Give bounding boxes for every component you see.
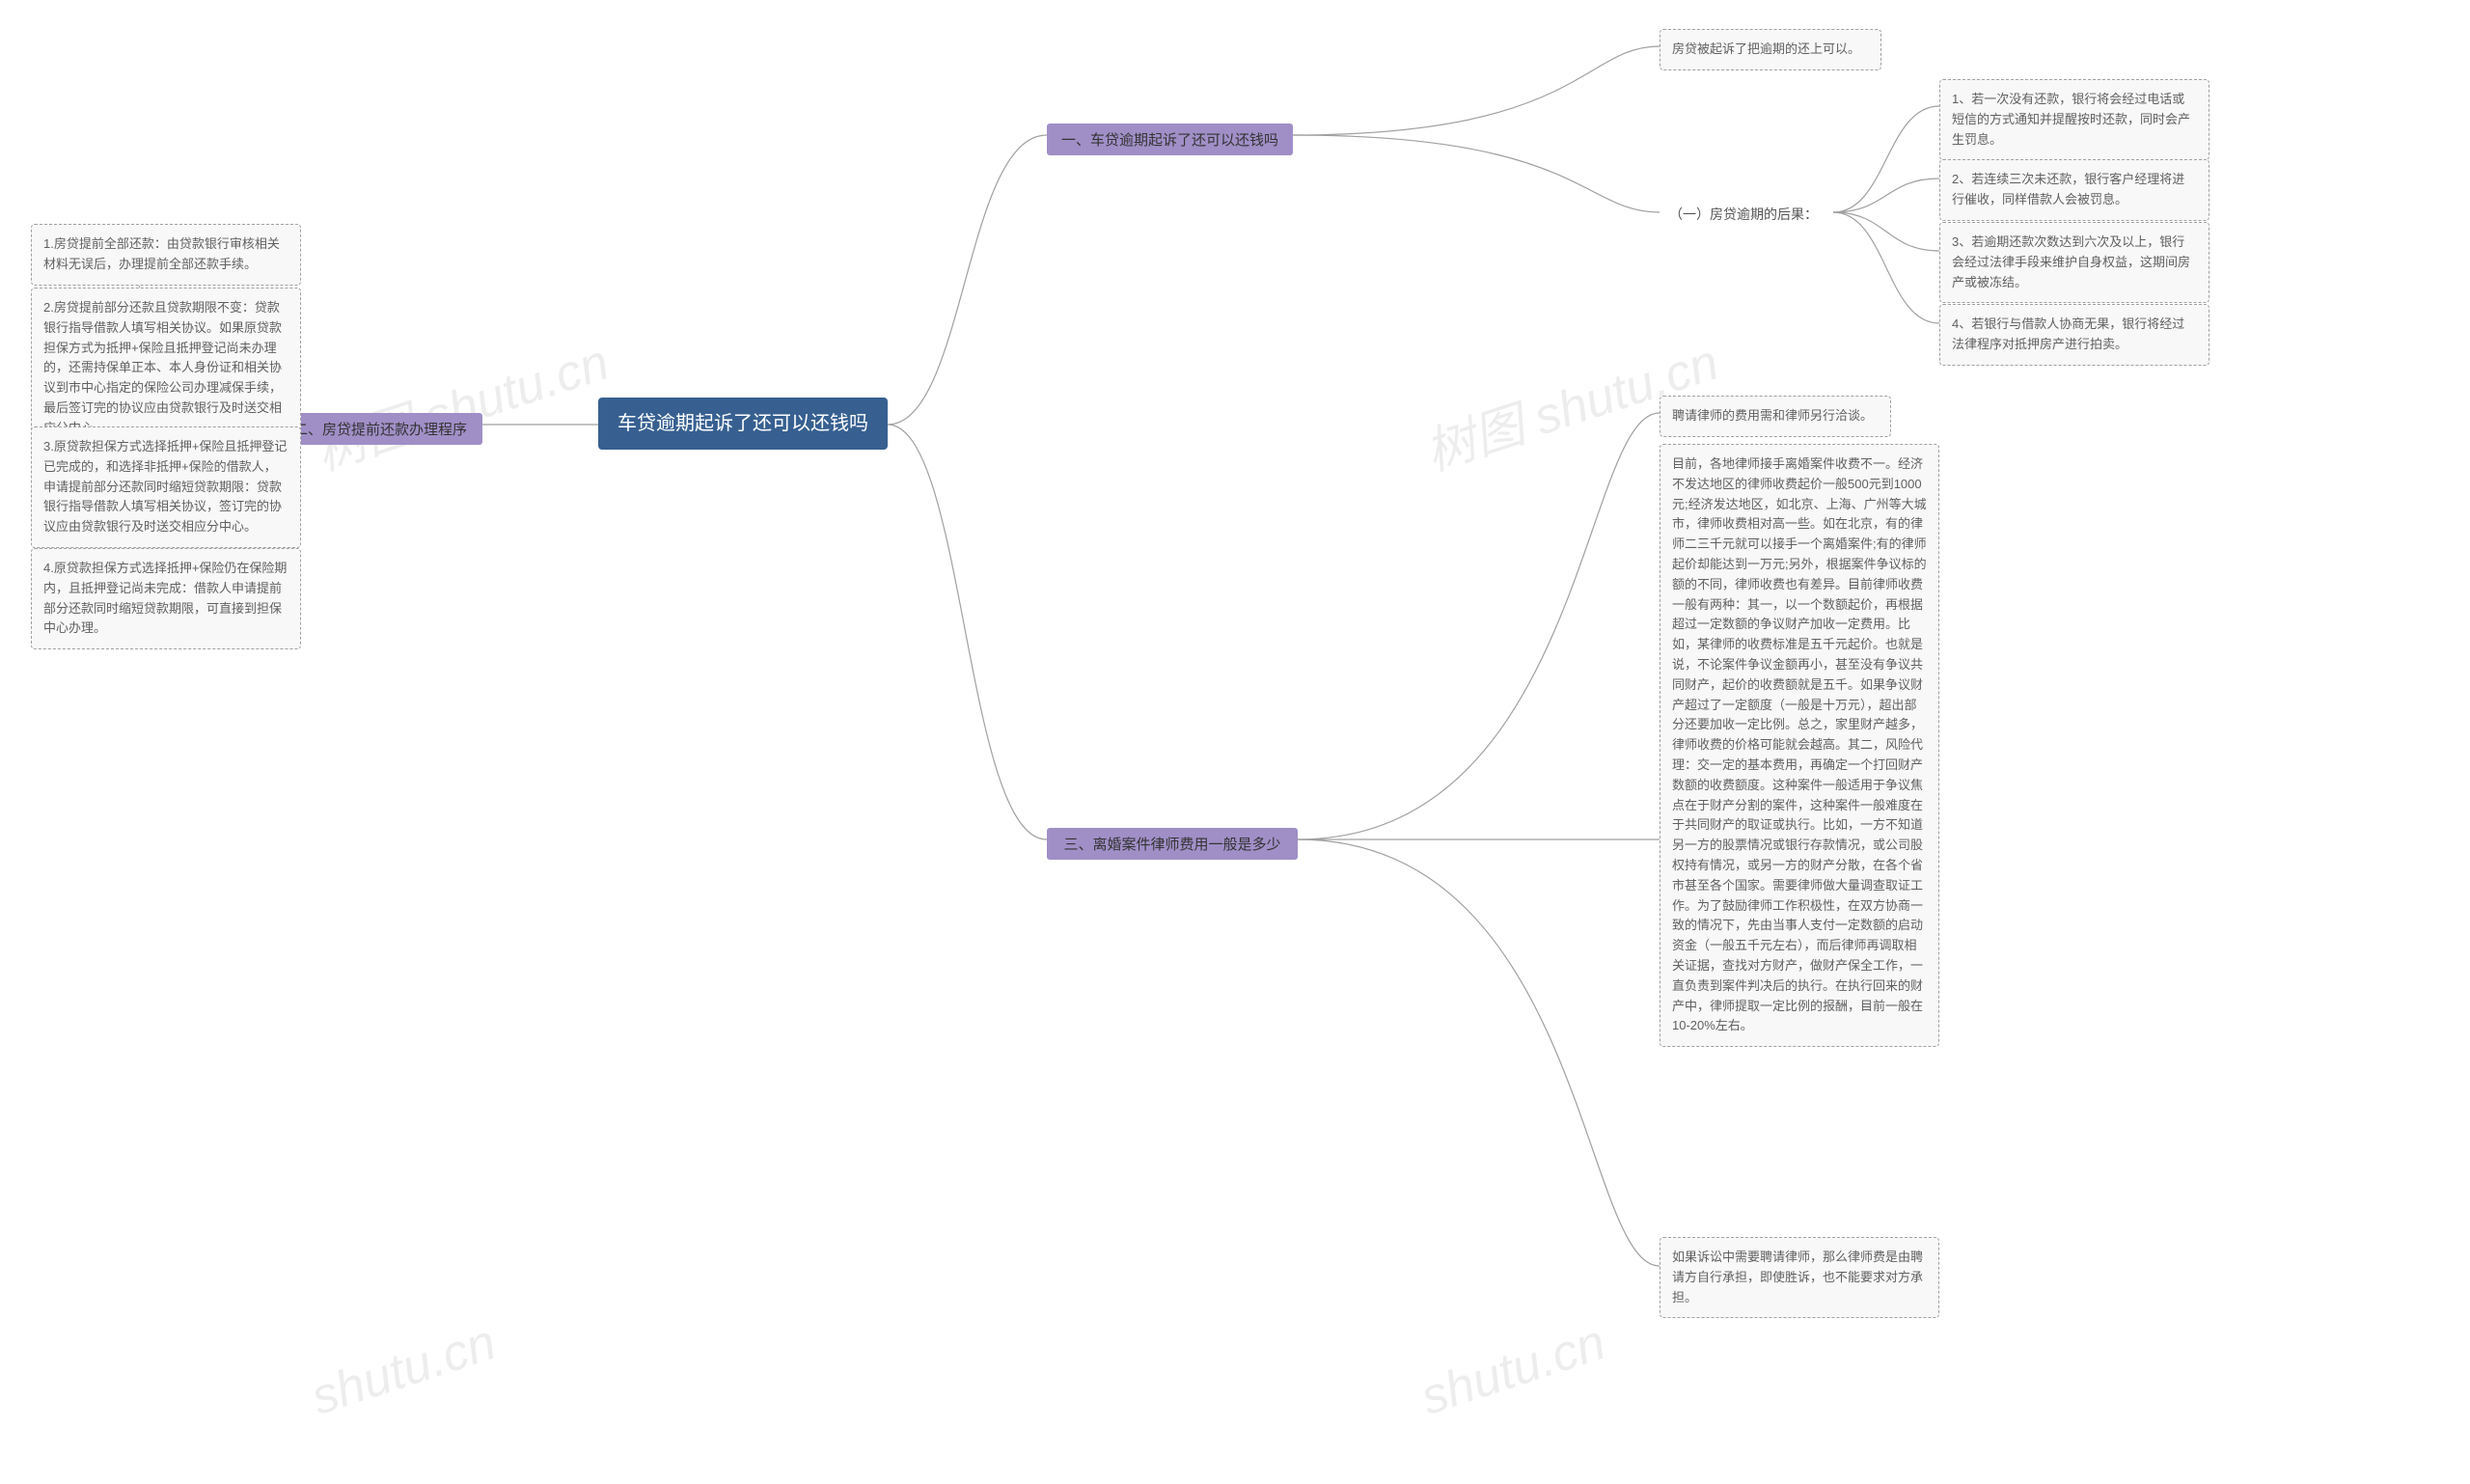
leaf-b3-l1: 聘请律师的费用需和律师另行洽谈。 <box>1660 396 1891 437</box>
watermark-text: 树图 shutu.cn <box>305 321 617 484</box>
leaf-b2-s1-l2: 2.房贷提前部分还款且贷款期限不变：贷款银行指导借款人填写相关协议。如果原贷款担… <box>31 288 301 450</box>
leaf-b1-s1-l1: 1、若一次没有还款，银行将会经过电话或短信的方式通知并提醒按时还款，同时会产生罚… <box>1939 79 2209 160</box>
leaf-b1-s1-l3: 3、若逾期还款次数达到六次及以上，银行会经过法律手段来维护自身权益，这期间房产或… <box>1939 222 2209 303</box>
branch-node-1: 一、车贷逾期起诉了还可以还钱吗 <box>1047 124 1293 155</box>
leaf-b1-s1-l4: 4、若银行与借款人协商无果，银行将经过法律程序对抵押房产进行拍卖。 <box>1939 304 2209 366</box>
watermark-text: shutu.cn <box>1414 1313 1612 1427</box>
root-node: 车贷逾期起诉了还可以还钱吗 <box>598 398 888 450</box>
leaf-b2-s1-l1: 1.房贷提前全部还款：由贷款银行审核相关材料无误后，办理提前全部还款手续。 <box>31 224 301 286</box>
sub-b1-s1: （一）房贷逾期的后果： <box>1660 201 1833 228</box>
leaf-b3-l2: 目前，各地律师接手离婚案件收费不一。经济不发达地区的律师收费起价一般500元到1… <box>1660 444 1939 1047</box>
watermark-text: shutu.cn <box>305 1313 503 1427</box>
branch-node-3: 三、离婚案件律师费用一般是多少 <box>1047 828 1298 860</box>
leaf-b3-l3: 如果诉讼中需要聘请律师，那么律师费是由聘请方自行承担，即使胜诉，也不能要求对方承… <box>1660 1237 1939 1318</box>
leaf-b2-s1-l4: 4.原贷款担保方式选择抵押+保险仍在保险期内，且抵押登记尚未完成：借款人申请提前… <box>31 548 301 649</box>
branch-node-2: 二、房贷提前还款办理程序 <box>278 413 482 445</box>
leaf-b1-l1: 房贷被起诉了把逾期的还上可以。 <box>1660 29 1881 70</box>
leaf-b2-s1-l3: 3.原贷款担保方式选择抵押+保险且抵押登记已完成的，和选择非抵押+保险的借款人，… <box>31 426 301 548</box>
leaf-b1-s1-l2: 2、若连续三次未还款，银行客户经理将进行催收，同样借款人会被罚息。 <box>1939 159 2209 221</box>
